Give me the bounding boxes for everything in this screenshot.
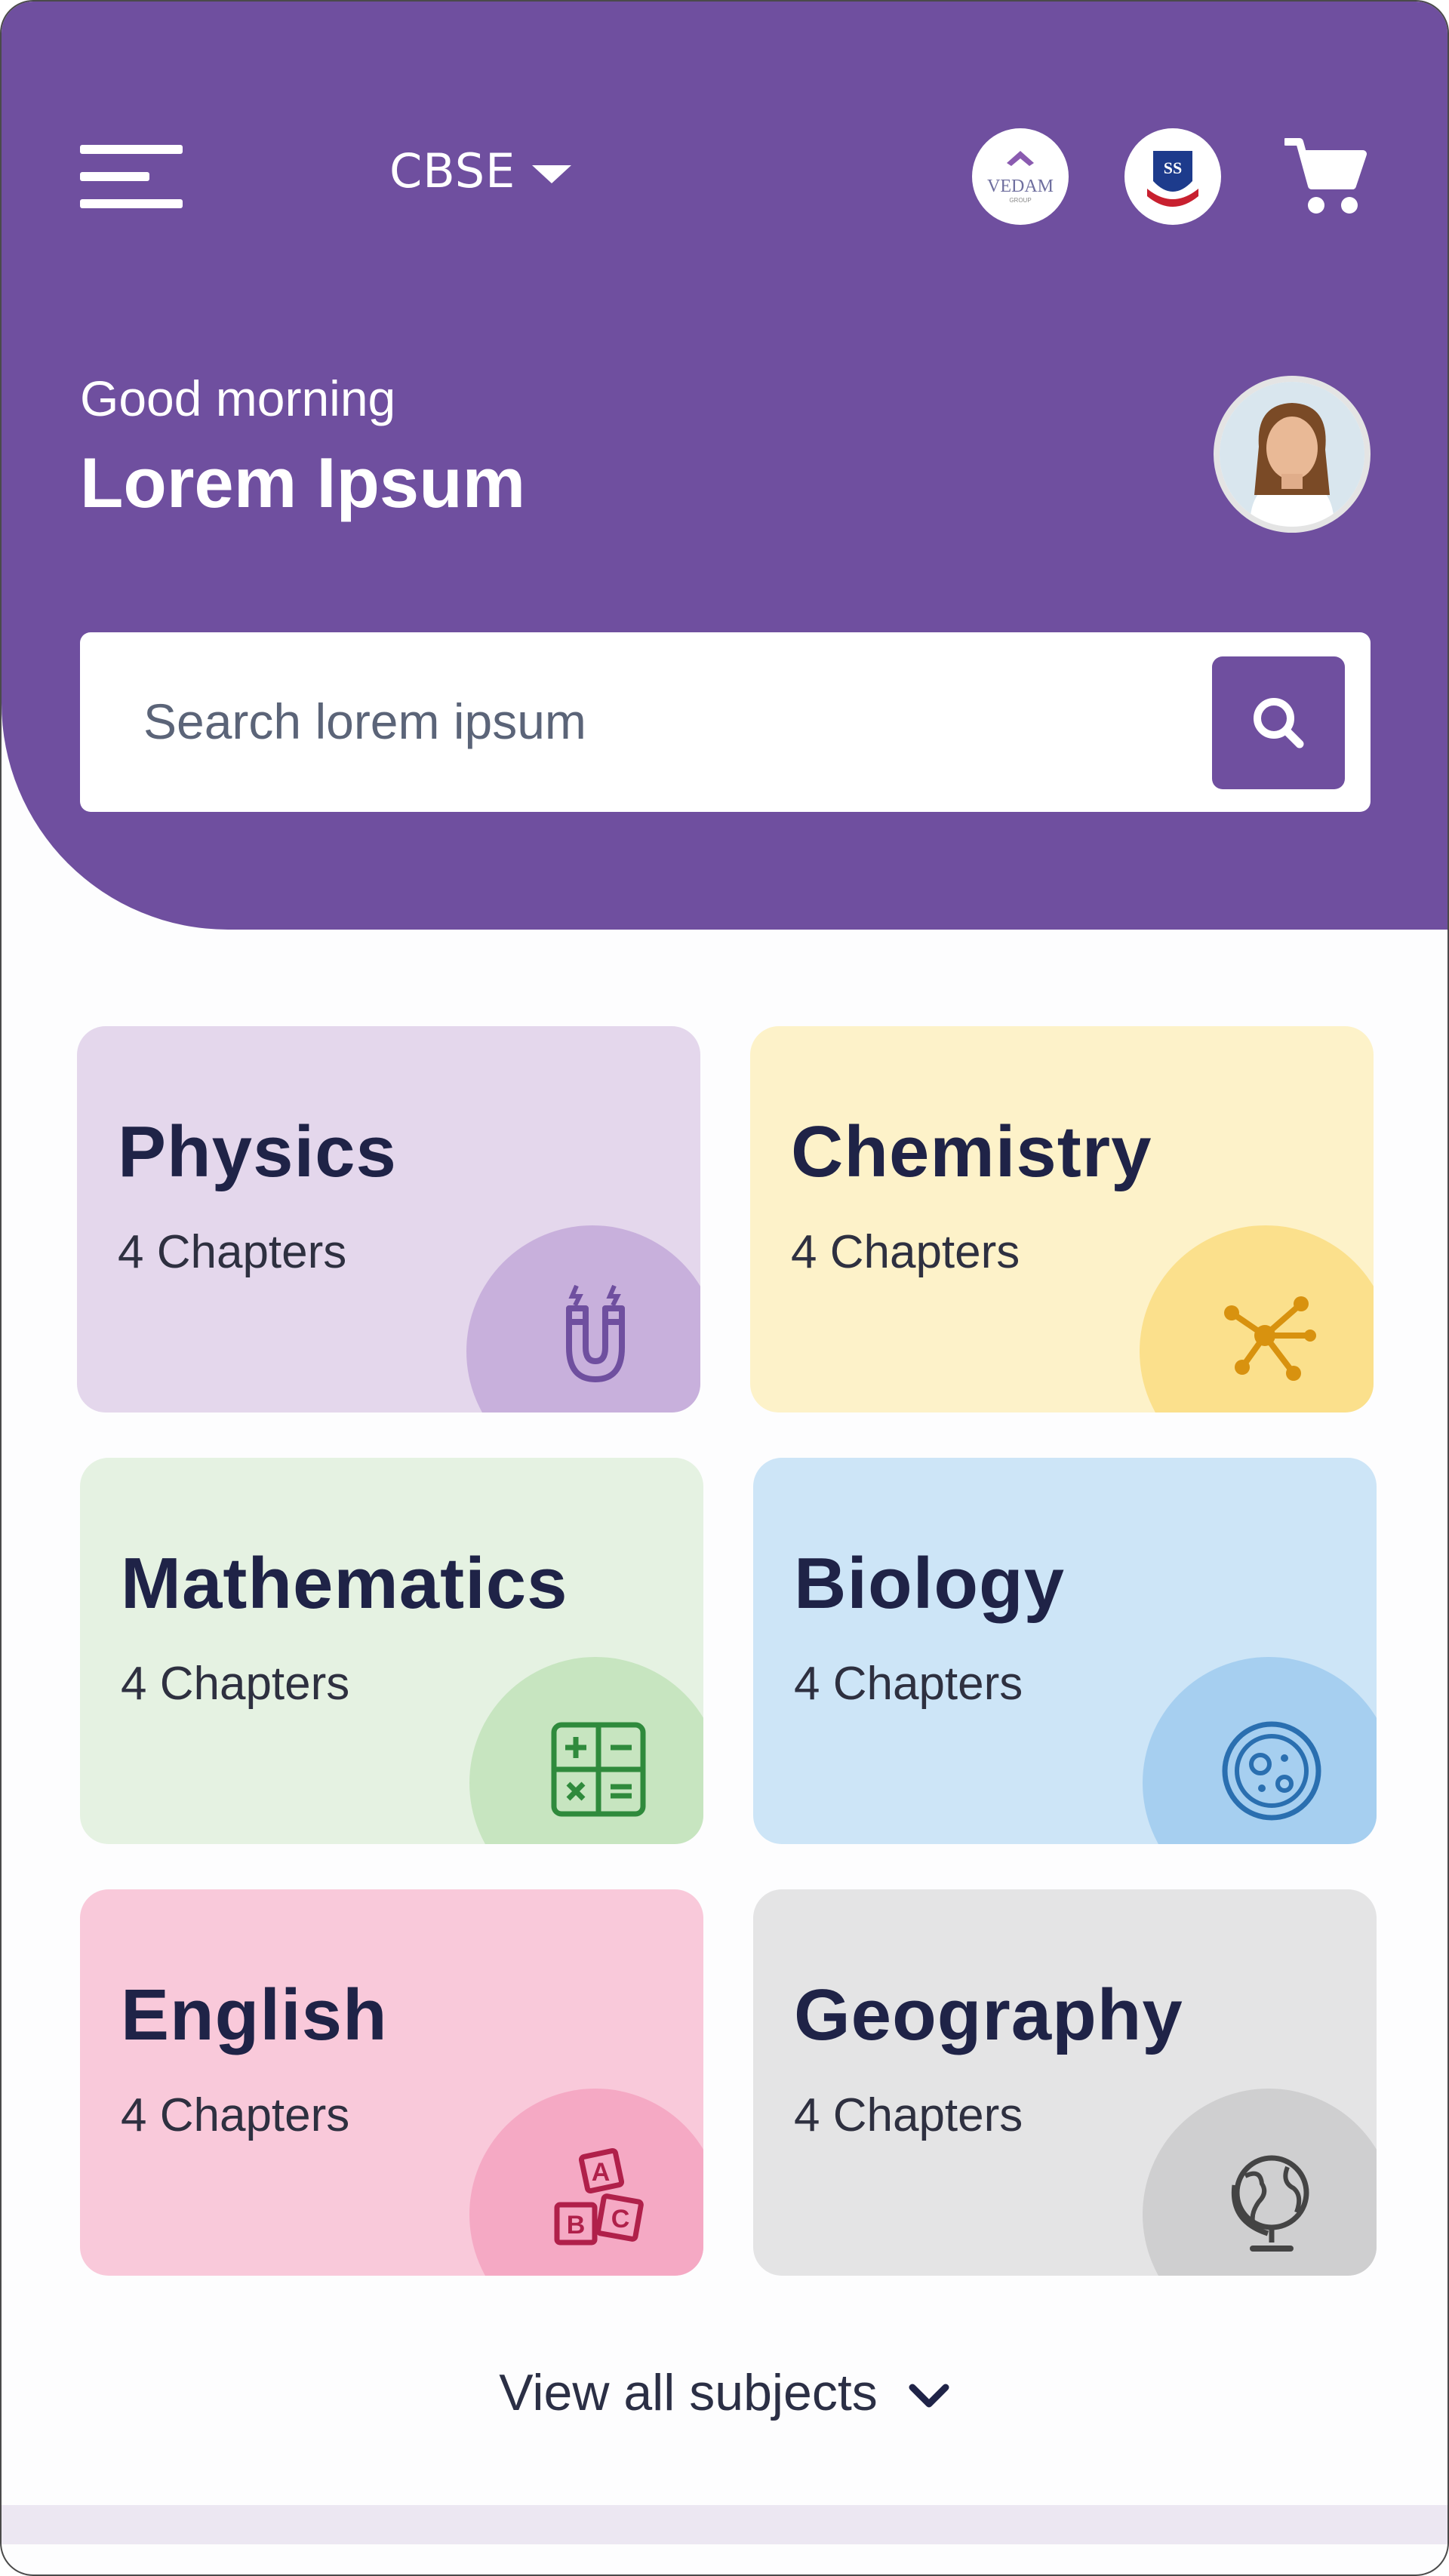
- subject-card-english[interactable]: English 4 Chapters A B C: [80, 1889, 703, 2276]
- magnet-icon: [539, 1283, 652, 1396]
- subject-title: Biology: [794, 1543, 1065, 1624]
- subject-title: English: [121, 1975, 388, 2055]
- board-selector[interactable]: CBSE: [389, 143, 572, 198]
- svg-text:C: C: [611, 2205, 630, 2233]
- subject-card-geography[interactable]: Geography 4 Chapters: [753, 1889, 1377, 2276]
- header: CBSE VEDAM GROUP SS Good morning Lorem I…: [2, 2, 1447, 930]
- subject-card-physics[interactable]: Physics 4 Chapters: [77, 1026, 700, 1412]
- app-frame: CBSE VEDAM GROUP SS Good morning Lorem I…: [0, 0, 1449, 2576]
- subject-title: Physics: [118, 1111, 397, 1192]
- search-input[interactable]: Search lorem ipsum: [143, 693, 586, 750]
- chapter-count: 4 Chapters: [794, 2089, 1023, 2141]
- subject-title: Geography: [794, 1975, 1183, 2055]
- vedam-logo-subtext: GROUP: [1009, 197, 1031, 204]
- chevron-down-icon: [909, 2384, 949, 2408]
- greeting-text: Good morning: [80, 370, 396, 426]
- user-name: Lorem Ipsum: [80, 443, 526, 522]
- avatar[interactable]: [1214, 376, 1371, 533]
- cell-icon: [1215, 1714, 1328, 1827]
- globe-icon: [1215, 2146, 1328, 2259]
- subject-card-chemistry[interactable]: Chemistry 4 Chapters: [750, 1026, 1374, 1412]
- bottom-bar: [2, 2505, 1447, 2544]
- chapter-count: 4 Chapters: [791, 1226, 1020, 1278]
- chevron-down-icon: [532, 164, 572, 183]
- vedam-logo-text: VEDAM: [987, 177, 1054, 196]
- subject-title: Chemistry: [791, 1111, 1152, 1192]
- school-logo-text: SS: [1164, 158, 1182, 177]
- molecule-icon: [1212, 1283, 1325, 1396]
- search-button[interactable]: [1212, 656, 1345, 789]
- chapter-count: 4 Chapters: [121, 1658, 350, 1710]
- search-bar[interactable]: Search lorem ipsum: [80, 632, 1371, 812]
- subject-title: Mathematics: [121, 1543, 568, 1624]
- view-all-label: View all subjects: [499, 2364, 878, 2421]
- cart-icon[interactable]: [1282, 137, 1367, 217]
- chapter-count: 4 Chapters: [121, 2089, 350, 2141]
- subject-card-mathematics[interactable]: Mathematics 4 Chapters: [80, 1458, 703, 1844]
- search-icon: [1254, 698, 1304, 749]
- subject-card-biology[interactable]: Biology 4 Chapters: [753, 1458, 1377, 1844]
- partner-logo-school[interactable]: SS: [1124, 128, 1221, 225]
- board-label: CBSE: [389, 143, 516, 198]
- svg-text:B: B: [567, 2211, 586, 2239]
- chapter-count: 4 Chapters: [794, 1658, 1023, 1710]
- calculator-icon: [542, 1714, 655, 1827]
- svg-text:A: A: [592, 2158, 611, 2187]
- view-all-subjects-button[interactable]: View all subjects: [2, 2363, 1447, 2422]
- chapter-count: 4 Chapters: [118, 1226, 347, 1278]
- menu-icon[interactable]: [80, 145, 183, 208]
- partner-logo-vedam[interactable]: VEDAM GROUP: [972, 128, 1069, 225]
- abc-blocks-icon: ABC: [542, 2146, 655, 2259]
